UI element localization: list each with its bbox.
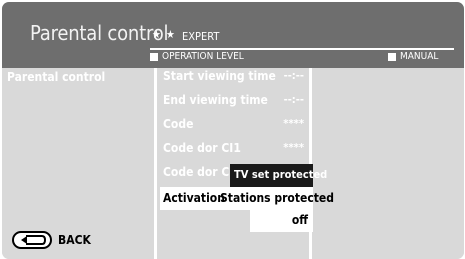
menu-item-label: Start viewing time bbox=[163, 69, 276, 83]
left-panel-heading: Parental control bbox=[7, 70, 106, 84]
manual-swatch-icon bbox=[388, 53, 396, 61]
back-arrow-icon bbox=[21, 235, 46, 245]
menu-item-value: **** bbox=[283, 141, 304, 154]
popup-option-off[interactable]: off bbox=[292, 213, 308, 227]
menu-item-value: --:-- bbox=[283, 93, 304, 106]
right-panel bbox=[314, 68, 464, 259]
level-name: EXPERT bbox=[182, 30, 220, 43]
back-label[interactable]: BACK bbox=[58, 233, 91, 247]
menu-item-code-dor-ci1[interactable]: Code dor CI1 **** bbox=[160, 139, 310, 159]
menu-item-label: End viewing time bbox=[163, 93, 268, 107]
manual-label: MANUAL bbox=[400, 51, 439, 62]
column-divider bbox=[154, 68, 157, 259]
operation-level-swatch-icon bbox=[150, 53, 158, 61]
back-button[interactable] bbox=[12, 231, 52, 249]
menu-item-value: **** bbox=[283, 117, 304, 130]
popup-option-label: TV set protected bbox=[234, 168, 328, 181]
menu-item-label: Code bbox=[163, 117, 194, 131]
menu-item-end-viewing-time[interactable]: End viewing time --:-- bbox=[160, 91, 310, 111]
menu-item-start-viewing-time[interactable]: Start viewing time --:-- bbox=[160, 67, 310, 87]
popup-option-stations-protected[interactable]: Stations protected bbox=[220, 191, 334, 205]
header-bar: Parental control ★ ★ EXPERT OPERATION LE… bbox=[2, 2, 464, 68]
popup-option-tv-set-protected[interactable]: TV set protected bbox=[230, 164, 327, 187]
menu-item-code[interactable]: Code **** bbox=[160, 115, 310, 135]
level-stars-icon: ★ ★ bbox=[152, 28, 176, 41]
page-title: Parental control bbox=[30, 21, 169, 45]
menu-item-label: Code dor CI bbox=[163, 165, 234, 179]
operation-level-label: OPERATION LEVEL bbox=[162, 51, 244, 62]
menu-item-value: --:-- bbox=[283, 69, 304, 82]
header-divider bbox=[150, 48, 454, 50]
menu-item-label: Code dor CI1 bbox=[163, 141, 241, 155]
menu-item-activation[interactable]: Activation bbox=[163, 191, 225, 205]
